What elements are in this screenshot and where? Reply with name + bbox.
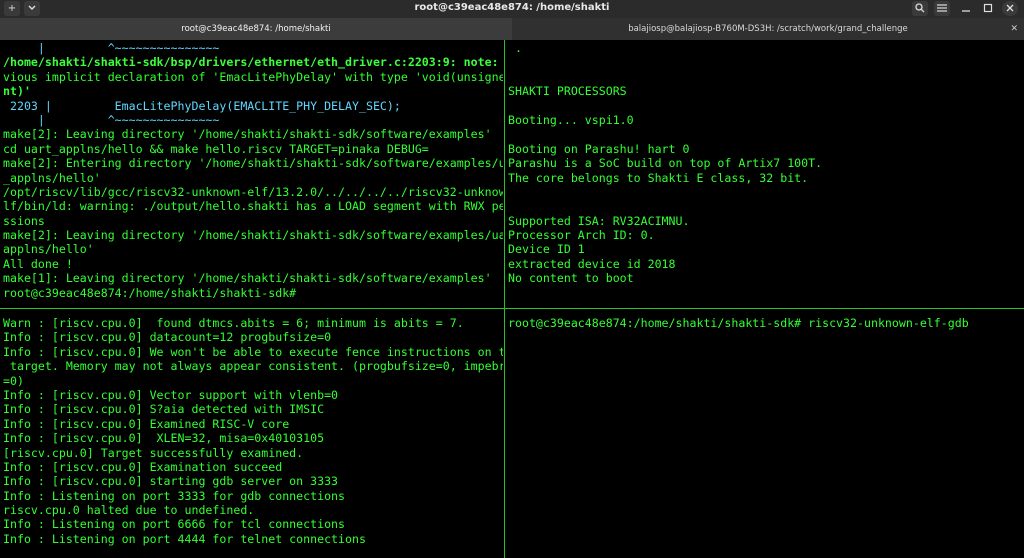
terminal-line: make[2]: Entering directory '/home/shakt…	[3, 156, 503, 171]
terminal-line: [riscv.cpu.0] Target successfully examin…	[3, 445, 304, 460]
terminal-line: vious implicit declaration of 'EmacLiteP…	[3, 69, 503, 84]
terminal-line: No content to boot	[508, 271, 634, 286]
terminal-line: Parashu is a SoC build on top of Artix7 …	[508, 156, 823, 171]
terminal-line: Supported ISA: RV32ACIMNU.	[508, 213, 690, 228]
window-titlebar: + root@c39eac48e874: /home/shakti	[0, 0, 1024, 18]
terminal-line: Info : [riscv.cpu.0] We won't be able to…	[3, 344, 503, 359]
minimize-button[interactable]	[958, 1, 974, 16]
terminal-pane-top-left[interactable]: | ^~~~~~~~~~~~~~~~ /home/shakti/shakti-s…	[3, 41, 503, 307]
tab-label: balajiosp@balajiosp-B760M-DS3H: /scratch…	[628, 24, 908, 34]
terminal-line: .	[508, 41, 522, 55]
pane-separator-vertical[interactable]	[504, 40, 505, 558]
window-title: root@c39eac48e874: /home/shakti	[414, 2, 610, 13]
terminal-line: target. Memory may not always appear con…	[3, 359, 503, 374]
terminal-line: Info : [riscv.cpu.0] Examined RISC-V cor…	[3, 416, 290, 431]
search-icon	[915, 3, 925, 13]
terminal-line: Processor Arch ID: 0.	[508, 228, 655, 243]
tab-bar: root@c39eac48e874: /home/shakti balajios…	[0, 18, 1024, 40]
terminal-line: make[2]: Leaving directory '/home/shakti…	[3, 127, 492, 142]
tab-balajiosp-grand-challenge[interactable]: balajiosp@balajiosp-B760M-DS3H: /scratch…	[512, 18, 1024, 40]
terminal-pane-bottom-left[interactable]: Warn : [riscv.cpu.0] found dtmcs.abits =…	[3, 316, 503, 558]
terminal-line: Info : [riscv.cpu.0] starting gdb server…	[3, 474, 339, 489]
terminal-line: _applns/hello'	[3, 170, 101, 185]
terminal-line: Info : Listening on port 4444 for telnet…	[3, 531, 366, 546]
terminal-line: Info : Listening on port 6666 for tcl co…	[3, 517, 346, 532]
terminal-line: SHAKTI PROCESSORS	[508, 84, 627, 99]
close-icon[interactable]: ✕	[1010, 18, 1018, 40]
terminal-line: applns/hello'	[3, 242, 94, 257]
terminal-prompt: root@c39eac48e874:/home/shakti/shakti-sd…	[3, 285, 297, 300]
maximize-button[interactable]	[980, 1, 996, 16]
terminal-line: cd uart_applns/hello && make hello.riscv…	[3, 141, 429, 156]
terminal-line: =0)	[3, 373, 24, 388]
tab-root-shakti[interactable]: root@c39eac48e874: /home/shakti	[0, 18, 512, 40]
terminal-line: Info : [riscv.cpu.0] datacount=12 progbu…	[3, 330, 332, 345]
terminal-line: Info : [riscv.cpu.0] Vector support with…	[3, 387, 339, 402]
terminal-line: /home/shakti/shakti-sdk/bsp/drivers/ethe…	[3, 55, 503, 70]
terminal-line: nt)'	[3, 84, 31, 99]
terminal-line: The core belongs to Shakti E class, 32 b…	[508, 170, 809, 185]
terminal-line: Device ID 1	[508, 242, 585, 257]
terminal-line: Warn : [riscv.cpu.0] found dtmcs.abits =…	[3, 316, 464, 330]
terminal-line: /opt/riscv/lib/gcc/riscv32-unknown-elf/1…	[3, 184, 503, 199]
terminal-line: | ^~~~~~~~~~~~~~~~	[3, 112, 220, 127]
search-button[interactable]	[912, 1, 928, 16]
minimize-icon	[962, 10, 970, 12]
terminal-pane-bottom-right[interactable]: root@c39eac48e874:/home/shakti/shakti-sd…	[508, 316, 1022, 558]
terminal-line: Booting... vspi1.0	[508, 112, 634, 127]
terminal-line: | ^~~~~~~~~~~~~~~~	[3, 41, 220, 55]
terminal-line: Info : [riscv.cpu.0] S?aia detected with…	[3, 402, 325, 417]
terminal-line: Info : [riscv.cpu.0] Examination succeed	[3, 459, 283, 474]
pane-separator-horizontal[interactable]	[0, 308, 1024, 309]
terminal-line: extracted device id 2018	[508, 256, 676, 271]
terminal-pane-top-right[interactable]: . SHAKTI PROCESSORS Booting... vspi1.0 B…	[508, 41, 1022, 307]
terminal-line: lf/bin/ld: warning: ./output/hello.shakt…	[3, 199, 503, 214]
terminal-line: riscv.cpu.0 halted due to undefined.	[3, 503, 255, 518]
terminal-line: Info : [riscv.cpu.0] XLEN=32, misa=0x401…	[3, 431, 325, 446]
terminal-line: ssions	[3, 213, 45, 228]
terminal-line: Info : Listening on port 3333 for gdb co…	[3, 488, 346, 503]
maximize-icon	[983, 3, 993, 13]
terminal-prompt: root@c39eac48e874:/home/shakti/shakti-sd…	[508, 316, 969, 330]
close-button[interactable]	[1002, 1, 1018, 16]
terminal-line: make[2]: Leaving directory '/home/shakti…	[3, 228, 503, 243]
terminal-line: Booting on Parashu! hart 0	[508, 141, 690, 156]
terminal-line: 2203 | EmacLitePhyDelay(EMACLITE_PHY_DEL…	[3, 98, 401, 113]
terminal-line: make[1]: Leaving directory '/home/shakti…	[3, 271, 492, 286]
tab-label: root@c39eac48e874: /home/shakti	[181, 24, 331, 34]
hamburger-icon	[937, 4, 947, 12]
close-icon	[1006, 4, 1014, 12]
terminal-line: All done !	[3, 256, 73, 271]
menu-button[interactable]	[934, 1, 950, 16]
